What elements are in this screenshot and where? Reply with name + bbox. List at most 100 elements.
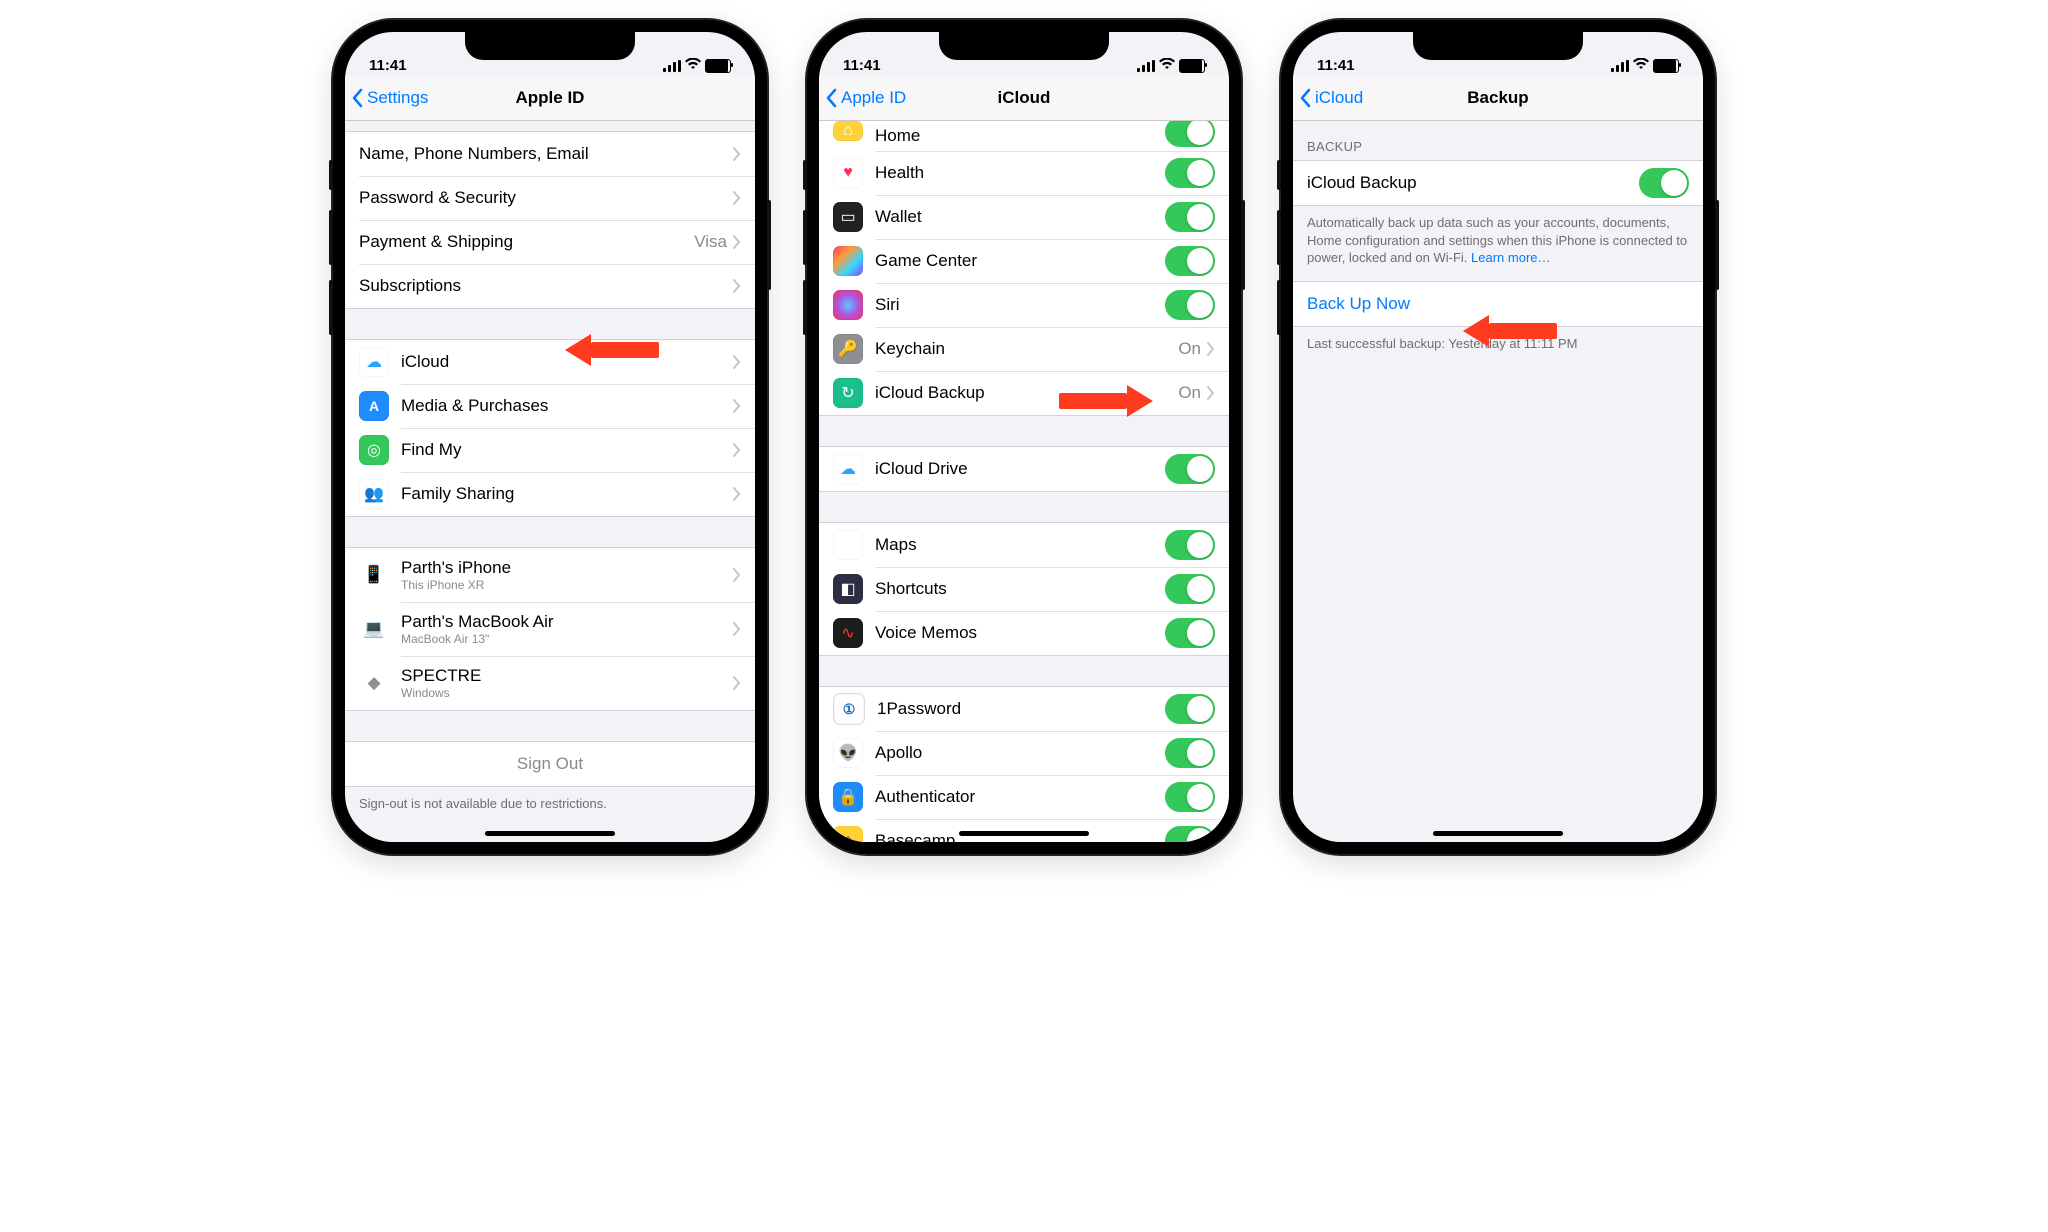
group-third-party: ①1Password 👽Apollo 🔒Authenticator ⌂Basec… [819, 686, 1229, 842]
row-wallet[interactable]: ▭Wallet [819, 195, 1229, 239]
group-services: ☁︎iCloud AMedia & Purchases ◎Find My 👥Fa… [345, 339, 755, 517]
cellular-icon [1611, 60, 1629, 72]
toggle-on[interactable] [1165, 530, 1215, 560]
cellular-icon [1137, 60, 1155, 72]
row-icloud-drive[interactable]: ☁︎iCloud Drive [819, 447, 1229, 491]
siri-icon [833, 290, 863, 320]
chevron-right-icon [733, 147, 741, 161]
shortcuts-icon: ◧ [833, 574, 863, 604]
findmy-icon: ◎ [359, 435, 389, 465]
nav-bar: iCloud Backup [1293, 76, 1703, 121]
battery-icon [1653, 59, 1679, 73]
maps-icon: 🗺 [833, 530, 863, 560]
row-maps[interactable]: 🗺Maps [819, 523, 1229, 567]
back-button[interactable]: iCloud [1293, 88, 1363, 108]
row-siri[interactable]: Siri [819, 283, 1229, 327]
wallet-icon: ▭ [833, 202, 863, 232]
annotation-arrow-backupnow [1463, 315, 1557, 347]
row-payment-shipping[interactable]: Payment & ShippingVisa [345, 220, 755, 264]
status-time: 11:41 [369, 57, 407, 74]
back-button[interactable]: Apple ID [819, 88, 906, 108]
nav-bar: Apple ID iCloud [819, 76, 1229, 121]
row-name-phone-email[interactable]: Name, Phone Numbers, Email [345, 132, 755, 176]
row-subscriptions[interactable]: Subscriptions [345, 264, 755, 308]
home-icon: ⌂ [833, 121, 863, 141]
row-keychain[interactable]: 🔑KeychainOn [819, 327, 1229, 371]
group-account: Name, Phone Numbers, Email Password & Se… [345, 131, 755, 309]
toggle-on[interactable] [1165, 158, 1215, 188]
toggle-on[interactable] [1165, 574, 1215, 604]
row-health[interactable]: ♥Health [819, 151, 1229, 195]
cellular-icon [663, 60, 681, 72]
icloud-icon: ☁︎ [359, 347, 389, 377]
row-1password[interactable]: ①1Password [819, 687, 1229, 731]
row-icloud-backup[interactable]: ↻iCloud BackupOn [819, 371, 1229, 415]
home-indicator[interactable] [485, 831, 615, 836]
health-icon: ♥ [833, 158, 863, 188]
family-icon: 👥 [359, 479, 389, 509]
basecamp-icon: ⌂ [833, 826, 863, 842]
sign-out-button[interactable]: Sign Out [345, 742, 755, 786]
toggle-on[interactable] [1639, 168, 1689, 198]
status-time: 11:41 [843, 57, 881, 74]
row-apollo[interactable]: 👽Apollo [819, 731, 1229, 775]
toggle-on[interactable] [1165, 202, 1215, 232]
group-apple-apps: 🗺Maps ◧Shortcuts ∿Voice Memos [819, 522, 1229, 656]
battery-icon [705, 59, 731, 73]
toggle-on[interactable] [1165, 246, 1215, 276]
toggle-on[interactable] [1165, 694, 1215, 724]
battery-icon [1179, 59, 1205, 73]
group-icloud-backup: iCloud Backup [1293, 160, 1703, 206]
back-button[interactable]: Settings [345, 88, 428, 108]
row-game-center[interactable]: Game Center [819, 239, 1229, 283]
row-home[interactable]: ⌂Home [819, 121, 1229, 151]
phone-icloud: 11:41 Apple ID iCloud ⌂Home ♥Health ▭Wal… [807, 20, 1241, 854]
nav-bar: Settings Apple ID [345, 76, 755, 121]
toggle-on[interactable] [1165, 454, 1215, 484]
chevron-right-icon [733, 191, 741, 205]
group-drive: ☁︎iCloud Drive [819, 446, 1229, 492]
row-find-my[interactable]: ◎Find My [345, 428, 755, 472]
row-device-iphone[interactable]: 📱Parth's iPhoneThis iPhone XR [345, 548, 755, 602]
toggle-on[interactable] [1165, 290, 1215, 320]
row-device-windows[interactable]: ◆SPECTREWindows [345, 656, 755, 710]
iclouddrive-icon: ☁︎ [833, 454, 863, 484]
row-shortcuts[interactable]: ◧Shortcuts [819, 567, 1229, 611]
toggle-on[interactable] [1165, 121, 1215, 147]
authenticator-icon: 🔒 [833, 782, 863, 812]
voicememos-icon: ∿ [833, 618, 863, 648]
notch [939, 32, 1109, 60]
toggle-on[interactable] [1165, 738, 1215, 768]
section-header-backup: Backup [1293, 121, 1703, 160]
macbook-icon: 💻 [359, 614, 389, 644]
onepassword-icon: ① [833, 693, 865, 725]
toggle-on[interactable] [1165, 782, 1215, 812]
apollo-icon: 👽 [833, 738, 863, 768]
row-media-purchases[interactable]: AMedia & Purchases [345, 384, 755, 428]
group-signout: Sign Out [345, 741, 755, 787]
home-indicator[interactable] [1433, 831, 1563, 836]
appstore-icon: A [359, 391, 389, 421]
wifi-icon [685, 57, 701, 74]
toggle-on[interactable] [1165, 618, 1215, 648]
wifi-icon [1159, 57, 1175, 74]
notch [1413, 32, 1583, 60]
row-voice-memos[interactable]: ∿Voice Memos [819, 611, 1229, 655]
row-icloud[interactable]: ☁︎iCloud [345, 340, 755, 384]
row-icloud-backup-toggle[interactable]: iCloud Backup [1293, 161, 1703, 205]
row-device-macbook[interactable]: 💻Parth's MacBook AirMacBook Air 13" [345, 602, 755, 656]
gamecenter-icon [833, 246, 863, 276]
phone-appleid: 11:41 Settings Apple ID Name, Phone Numb… [333, 20, 767, 854]
back-label: Apple ID [841, 88, 906, 108]
annotation-arrow-icloud [565, 334, 659, 366]
learn-more-link[interactable]: Learn more… [1471, 250, 1550, 265]
toggle-on[interactable] [1165, 826, 1215, 842]
row-password-security[interactable]: Password & Security [345, 176, 755, 220]
notch [465, 32, 635, 60]
home-indicator[interactable] [959, 831, 1089, 836]
backup-description: Automatically back up data such as your … [1293, 206, 1703, 275]
row-family-sharing[interactable]: 👥Family Sharing [345, 472, 755, 516]
row-authenticator[interactable]: 🔒Authenticator [819, 775, 1229, 819]
back-label: Settings [367, 88, 428, 108]
group-devices: 📱Parth's iPhoneThis iPhone XR 💻Parth's M… [345, 547, 755, 711]
